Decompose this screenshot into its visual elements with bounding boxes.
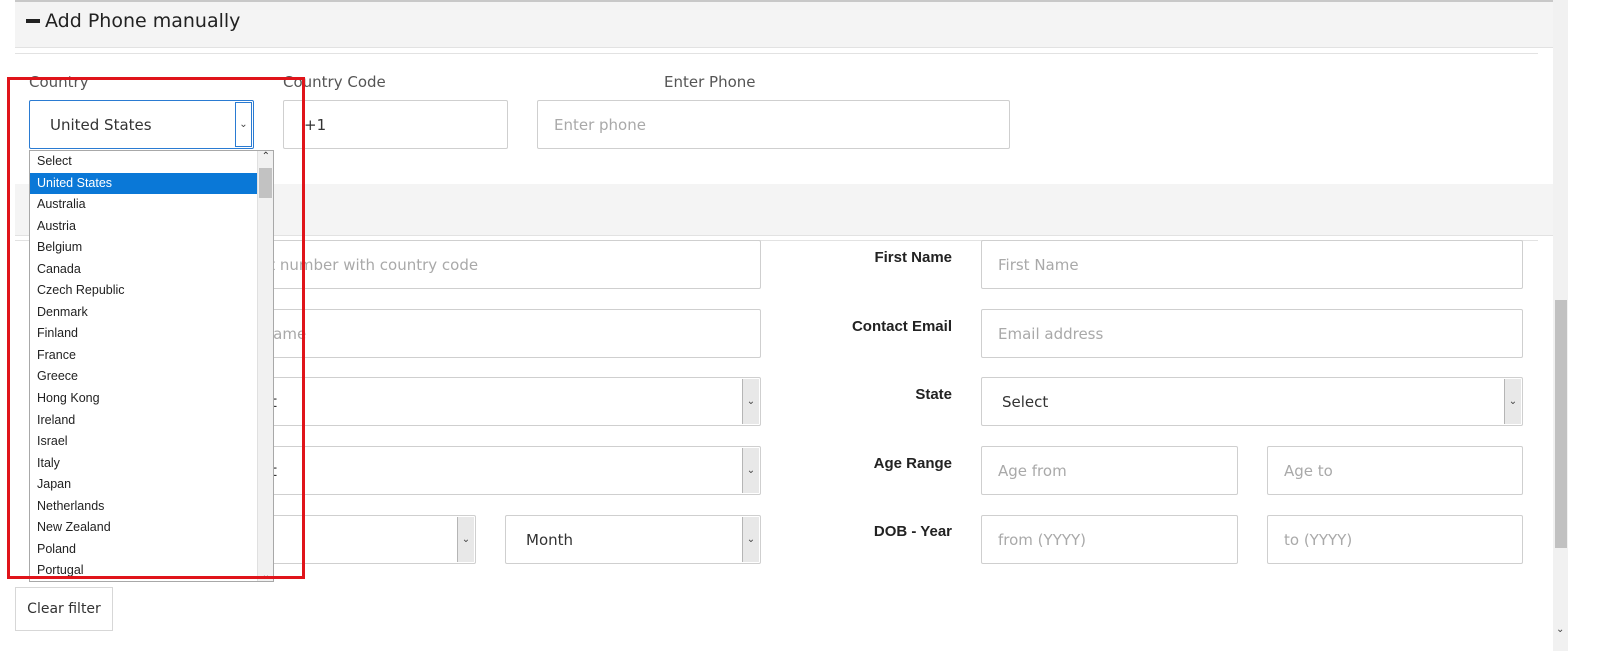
country-code-input[interactable]: +1 bbox=[283, 100, 508, 149]
age-to-placeholder: Age to bbox=[1284, 461, 1333, 480]
state-label: State bbox=[915, 386, 952, 403]
dob-from-input[interactable]: from (YYYY) bbox=[981, 515, 1238, 564]
collapse-minus-icon[interactable] bbox=[26, 19, 40, 23]
dob-year-label: DOB - Year bbox=[873, 523, 952, 540]
age-to-input[interactable]: Age to bbox=[1267, 446, 1523, 495]
chevron-down-icon[interactable]: ⌄ bbox=[1504, 379, 1521, 424]
dob-to-placeholder: to (YYYY) bbox=[1284, 530, 1353, 549]
section-header[interactable] bbox=[15, 0, 1567, 48]
month-select-value: Month bbox=[526, 530, 574, 549]
email-placeholder: Email address bbox=[998, 324, 1104, 343]
chevron-down-icon[interactable]: ⌄ bbox=[742, 379, 759, 424]
age-from-input[interactable]: Age from bbox=[981, 446, 1238, 495]
clear-filter-button[interactable]: Clear filter bbox=[15, 587, 113, 631]
age-range-label: Age Range bbox=[873, 455, 952, 472]
chevron-down-icon[interactable]: ⌄ bbox=[742, 517, 759, 562]
phone-input-placeholder: Enter phone bbox=[554, 115, 646, 134]
contact-email-input[interactable]: Email address bbox=[981, 309, 1523, 358]
highlight-box bbox=[7, 77, 305, 579]
chevron-down-icon[interactable]: ⌄ bbox=[457, 517, 474, 562]
page-scrollbar-thumb[interactable] bbox=[1555, 300, 1567, 548]
phone-input[interactable]: Enter phone bbox=[537, 100, 1010, 149]
chevron-down-icon[interactable]: ⌄ bbox=[742, 448, 759, 493]
state-select-value: Select bbox=[1002, 392, 1049, 411]
enter-phone-label: Enter Phone bbox=[664, 73, 756, 91]
dob-to-input[interactable]: to (YYYY) bbox=[1267, 515, 1523, 564]
section-title: Add Phone manually bbox=[45, 10, 241, 32]
divider bbox=[15, 53, 1538, 54]
dob-from-placeholder: from (YYYY) bbox=[998, 530, 1087, 549]
first-name-placeholder: First Name bbox=[998, 255, 1079, 274]
age-from-placeholder: Age from bbox=[998, 461, 1067, 480]
first-name-label: First Name bbox=[874, 249, 952, 266]
country-code-value: +1 bbox=[304, 115, 327, 134]
chevron-down-icon[interactable]: ⌄ bbox=[1556, 624, 1564, 635]
state-select[interactable]: Select ⌄ bbox=[981, 377, 1523, 426]
contact-email-label: Contact Email bbox=[851, 318, 952, 335]
first-name-input[interactable]: First Name bbox=[981, 240, 1523, 289]
month-select[interactable]: Month ⌄ bbox=[505, 515, 761, 564]
